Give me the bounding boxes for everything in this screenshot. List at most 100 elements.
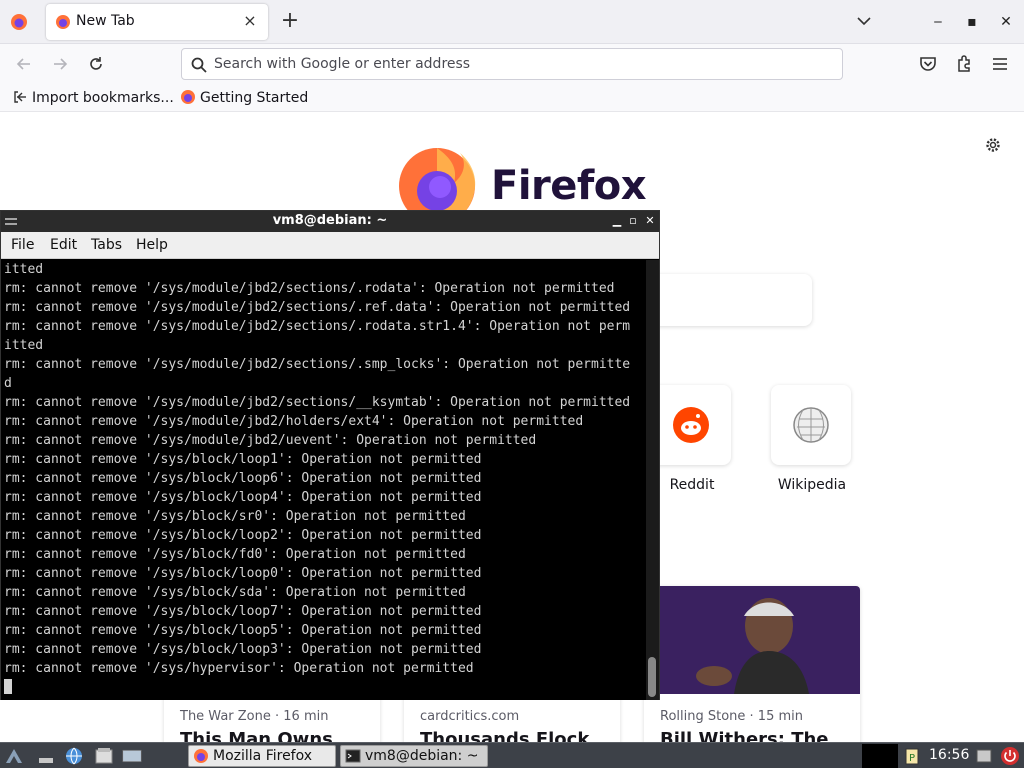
new-tab-button[interactable]: + <box>280 10 300 32</box>
pocket-icon[interactable] <box>918 54 938 74</box>
terminal-line: rm: cannot remove '/sys/block/loop3': Op… <box>4 642 482 657</box>
terminal-line: rm: cannot remove '/sys/block/loop1': Op… <box>4 452 482 467</box>
terminal-titlebar[interactable]: vm8@debian: ~ ▁ ▫ ✕ <box>1 211 659 232</box>
brand-name: Firefox <box>491 163 647 209</box>
story-image <box>644 586 860 694</box>
bookmark-import[interactable]: Import bookmarks... <box>12 89 174 107</box>
wikipedia-icon <box>793 407 829 443</box>
terminal-prompt-line <box>1 678 646 697</box>
terminal-line: rm: cannot remove '/sys/block/loop5': Op… <box>4 623 482 638</box>
svg-text:P: P <box>909 753 915 764</box>
window-maximize-button[interactable]: ▪ <box>962 12 982 32</box>
address-input[interactable] <box>214 53 814 75</box>
clock: 16:56 <box>929 747 970 763</box>
terminal-icon <box>345 749 361 763</box>
task-terminal[interactable]: vm8@debian: ~ <box>340 745 488 767</box>
shortcut-tile <box>651 385 731 465</box>
show-desktop-icon[interactable] <box>36 746 56 766</box>
terminal-close-button[interactable]: ✕ <box>643 214 657 228</box>
bookmark-label: Import bookmarks... <box>32 90 174 106</box>
forward-arrow-icon[interactable] <box>50 54 70 74</box>
terminal-window[interactable]: vm8@debian: ~ ▁ ▫ ✕ File Edit Tabs Help … <box>0 210 660 700</box>
browser-tab-bar: New Tab × + ‒ ▪ ✕ <box>0 0 1024 44</box>
gear-icon[interactable] <box>984 136 1002 154</box>
search-icon <box>191 57 207 73</box>
hamburger-menu-icon[interactable] <box>990 54 1010 74</box>
terminal-scrollbar[interactable] <box>646 260 659 700</box>
terminal-line: itted <box>4 262 44 277</box>
terminal-line: rm: cannot remove '/sys/block/loop6': Op… <box>4 471 482 486</box>
terminal-menubar: File Edit Tabs Help <box>1 232 659 259</box>
terminal-cursor <box>4 679 12 694</box>
tab-close-icon[interactable]: × <box>240 11 260 31</box>
terminal-line: rm: cannot remove '/sys/block/loop7': Op… <box>4 604 482 619</box>
story-source: The War Zone · 16 min <box>180 709 329 724</box>
terminal-line: rm: cannot remove '/sys/block/loop4': Op… <box>4 490 482 505</box>
terminal-title: vm8@debian: ~ <box>272 213 388 228</box>
window-close-button[interactable]: ✕ <box>996 12 1016 32</box>
navigation-toolbar <box>0 44 1024 84</box>
menu-file[interactable]: File <box>11 237 34 253</box>
terminal-line: rm: cannot remove '/sys/block/loop0': Op… <box>4 566 482 581</box>
terminal-line: itted <box>4 338 44 353</box>
browser-launcher-icon[interactable] <box>64 746 84 766</box>
terminal-line: rm: cannot remove '/sys/module/jbd2/sect… <box>4 281 615 296</box>
story-source: Rolling Stone · 15 min <box>660 709 803 724</box>
back-arrow-icon[interactable] <box>14 54 34 74</box>
task-label: vm8@debian: ~ <box>365 748 479 764</box>
terminal-line: rm: cannot remove '/sys/module/jbd2/hold… <box>4 414 584 429</box>
firefox-icon <box>56 15 70 29</box>
cpu-monitor <box>862 744 898 768</box>
terminal-line: rm: cannot remove '/sys/hypervisor': Ope… <box>4 661 474 676</box>
window-minimize-button[interactable]: ‒ <box>928 12 948 32</box>
import-icon <box>14 91 26 103</box>
task-label: Mozilla Firefox <box>213 748 313 764</box>
taskbar: Mozilla Firefox vm8@debian: ~ P 16:56 <box>0 742 1024 768</box>
shortcut-wikipedia[interactable]: Wikipedia <box>771 385 853 493</box>
firefox-view-icon[interactable] <box>10 13 28 31</box>
terminal-line: rm: cannot remove '/sys/block/loop2': Op… <box>4 528 482 543</box>
tab-title: New Tab <box>76 13 135 29</box>
file-manager-icon[interactable] <box>94 746 114 766</box>
firefox-icon <box>181 90 195 104</box>
task-mozilla-firefox[interactable]: Mozilla Firefox <box>188 745 336 767</box>
terminal-line: rm: cannot remove '/sys/block/fd0': Oper… <box>4 547 466 562</box>
terminal-launcher-icon[interactable] <box>122 746 142 766</box>
terminal-line: rm: cannot remove '/sys/module/jbd2/sect… <box>4 319 631 334</box>
address-bar[interactable] <box>181 48 843 80</box>
terminal-output[interactable]: itted rm: cannot remove '/sys/module/jbd… <box>1 260 646 700</box>
terminal-line: d <box>4 376 12 391</box>
shortcut-tile <box>771 385 851 465</box>
shortcut-label: Reddit <box>669 477 715 493</box>
terminal-line: rm: cannot remove '/sys/module/jbd2/ueve… <box>4 433 537 448</box>
start-menu-icon[interactable] <box>4 746 24 766</box>
reddit-icon <box>673 407 709 443</box>
volume-icon[interactable] <box>974 746 994 766</box>
story-card[interactable]: Rolling Stone · 15 min Bill Withers: The <box>644 586 860 746</box>
terminal-maximize-button[interactable]: ▫ <box>626 214 640 228</box>
scrollbar-thumb[interactable] <box>648 657 656 697</box>
menu-edit[interactable]: Edit <box>50 237 77 253</box>
terminal-line: rm: cannot remove '/sys/module/jbd2/sect… <box>4 300 631 315</box>
terminal-line: rm: cannot remove '/sys/module/jbd2/sect… <box>4 395 631 410</box>
menu-tabs[interactable]: Tabs <box>91 237 122 253</box>
clipboard-icon[interactable]: P <box>902 746 922 766</box>
terminal-line: rm: cannot remove '/sys/block/sr0': Oper… <box>4 509 466 524</box>
reload-icon[interactable] <box>86 54 106 74</box>
bookmark-label: Getting Started <box>200 90 309 106</box>
story-source: cardcritics.com <box>420 709 520 724</box>
newtab-search-box[interactable] <box>640 274 812 326</box>
bookmarks-toolbar: Import bookmarks... Getting Started <box>0 84 1024 112</box>
chevron-down-icon[interactable] <box>855 12 873 30</box>
firefox-icon <box>194 749 208 763</box>
tab-new-tab[interactable]: New Tab × <box>46 4 268 40</box>
bookmark-getting-started[interactable]: Getting Started <box>180 89 308 107</box>
terminal-minimize-button[interactable]: ▁ <box>610 214 624 228</box>
menu-help[interactable]: Help <box>136 237 168 253</box>
extensions-icon[interactable] <box>954 54 974 74</box>
power-icon[interactable] <box>1000 746 1020 766</box>
shortcut-reddit[interactable]: Reddit <box>651 385 733 493</box>
terminal-line: rm: cannot remove '/sys/module/jbd2/sect… <box>4 357 631 372</box>
shortcut-label: Wikipedia <box>777 477 847 493</box>
terminal-line: rm: cannot remove '/sys/block/sda': Oper… <box>4 585 466 600</box>
